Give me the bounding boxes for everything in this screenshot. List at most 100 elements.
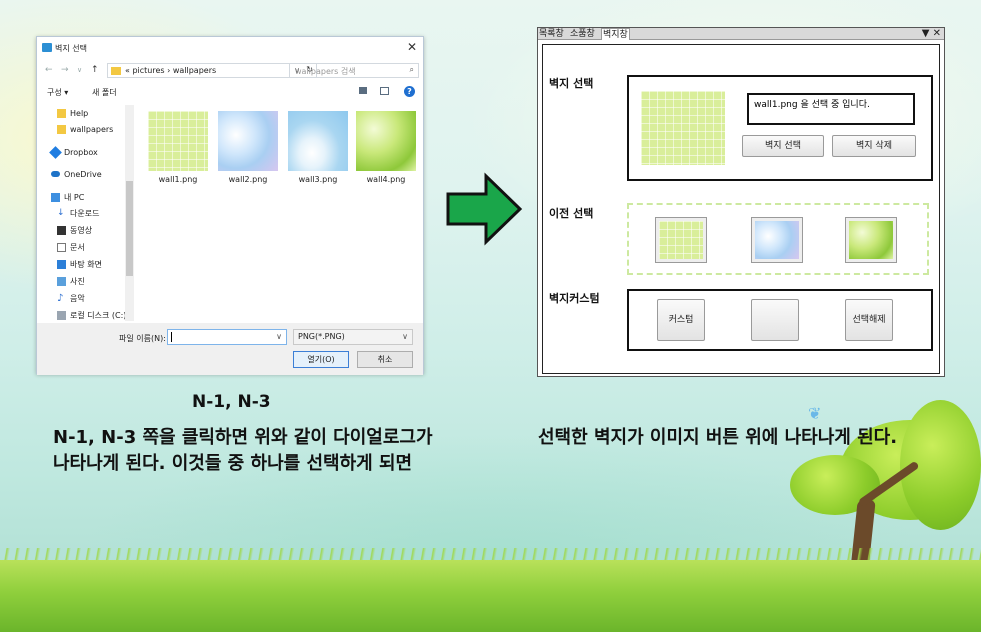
current-wallpaper-image-button[interactable] bbox=[641, 91, 725, 165]
delete-wallpaper-button[interactable]: 벽지 삭제 bbox=[832, 135, 916, 157]
sidebar-item-label: 사진 bbox=[70, 276, 85, 286]
custom-button[interactable]: 커스텀 bbox=[657, 299, 705, 341]
blank-button[interactable] bbox=[751, 299, 799, 341]
filetype-select[interactable]: PNG(*.PNG) ∨ bbox=[293, 329, 413, 345]
file-item-wall1[interactable]: wall1.png bbox=[147, 111, 209, 184]
up-arrow-icon[interactable]: ↑ bbox=[91, 65, 99, 75]
previous-wallpaper-button-2[interactable] bbox=[751, 217, 803, 263]
sidebar-item-documents[interactable]: 문서 bbox=[57, 241, 85, 253]
wallpaper-select-label: 벽지 선택 bbox=[549, 77, 594, 90]
butterfly-icon: ❦ bbox=[808, 404, 822, 423]
new-folder-button[interactable]: 새 폴더 bbox=[92, 87, 117, 98]
onedrive-icon bbox=[51, 171, 60, 177]
open-button[interactable]: 열기(O) bbox=[293, 351, 349, 368]
wallpaper-app-window: 목록창 소품창 벽지창 ▼ ✕ 벽지 선택 wall1.png 을 선택 중 입… bbox=[537, 27, 945, 377]
document-icon bbox=[57, 242, 66, 252]
sidebar-item-label: wallpapers bbox=[70, 124, 114, 134]
caption-left: N-1, N-3 쪽을 클릭하면 위와 같이 다이얼로그가 나타나게 된다. 이… bbox=[53, 427, 433, 474]
select-wallpaper-button[interactable]: 벽지 선택 bbox=[742, 135, 824, 157]
scrollbar-thumb[interactable] bbox=[126, 181, 133, 276]
search-input[interactable]: wallpapers 검색 ⌕ bbox=[289, 63, 419, 78]
tab-wallpaper[interactable]: 벽지창 bbox=[601, 28, 630, 40]
dialog-toolbar: 구성 ▾ 새 폴더 ? bbox=[37, 85, 423, 101]
sidebar-item-music[interactable]: ♪ 음악 bbox=[57, 292, 85, 304]
forward-arrow-icon[interactable]: → bbox=[61, 65, 69, 75]
view-options-icon[interactable] bbox=[359, 87, 367, 94]
tab-strip: 목록창 소품창 벽지창 ▼ ✕ bbox=[538, 28, 944, 40]
sidebar-item-pictures[interactable]: 사진 bbox=[57, 275, 85, 287]
sidebar-scrollbar[interactable] bbox=[125, 105, 134, 321]
file-name: wall4.png bbox=[366, 175, 406, 184]
previous-wallpaper-button-1[interactable] bbox=[655, 217, 707, 263]
app-icon bbox=[42, 43, 52, 52]
pictures-icon bbox=[57, 276, 66, 286]
filename-field[interactable]: ∨ bbox=[167, 329, 287, 345]
caption-right: 선택한 벽지가 이미지 버튼 위에 나타나게 된다. bbox=[538, 427, 898, 448]
text-caret bbox=[171, 332, 172, 342]
desktop-icon bbox=[57, 259, 66, 269]
navigation-pane: Help wallpapers Dropbox OneDrive 내 PC ↓ 다… bbox=[37, 105, 134, 321]
search-placeholder: wallpapers 검색 bbox=[295, 67, 356, 76]
cancel-button[interactable]: 취소 bbox=[357, 351, 413, 368]
wallpaper-thumbnail bbox=[659, 221, 703, 259]
file-thumbnail bbox=[356, 111, 416, 171]
file-item-wall4[interactable]: wall4.png bbox=[355, 111, 417, 184]
navigation-bar: ← → ∨ ↑ « pictures › wallpapers ∨ ↻ wall… bbox=[37, 61, 423, 81]
sidebar-item-videos[interactable]: 동영상 bbox=[57, 224, 92, 236]
sidebar-item-onedrive[interactable]: OneDrive bbox=[51, 168, 102, 180]
sidebar-item-wallpapers[interactable]: wallpapers bbox=[57, 123, 113, 135]
folder-icon bbox=[57, 124, 66, 134]
sidebar-item-label: OneDrive bbox=[64, 169, 102, 179]
sidebar-item-dropbox[interactable]: Dropbox bbox=[49, 145, 98, 159]
chevron-down-icon[interactable]: ∨ bbox=[276, 332, 282, 341]
deselect-button[interactable]: 선택해제 bbox=[845, 299, 893, 341]
previous-selection-box bbox=[627, 203, 929, 275]
right-arrow-icon bbox=[446, 172, 523, 246]
download-icon: ↓ bbox=[57, 207, 65, 218]
wallpaper-custom-box: 커스텀 선택해제 bbox=[627, 289, 933, 351]
sidebar-item-label: 음악 bbox=[70, 293, 85, 303]
pc-icon bbox=[51, 192, 60, 202]
previous-wallpaper-button-3[interactable] bbox=[845, 217, 897, 263]
sidebar-item-desktop[interactable]: 바탕 화면 bbox=[57, 258, 102, 270]
recent-locations-icon[interactable]: ∨ bbox=[77, 66, 82, 74]
sidebar-item-label: Dropbox bbox=[64, 147, 98, 157]
sidebar-item-label: 문서 bbox=[70, 242, 85, 252]
wallpaper-preview bbox=[641, 91, 725, 165]
tab-list[interactable]: 목록창 bbox=[538, 28, 565, 40]
dialog-titlebar: 벽지 선택 ✕ bbox=[37, 37, 423, 59]
folder-icon bbox=[57, 108, 66, 118]
sidebar-item-downloads[interactable]: ↓ 다운로드 bbox=[57, 207, 99, 219]
help-icon[interactable]: ? bbox=[404, 86, 415, 97]
sidebar-item-label: 바탕 화면 bbox=[70, 259, 102, 269]
preview-pane-icon[interactable] bbox=[380, 87, 389, 95]
tab-props[interactable]: 소품창 bbox=[569, 28, 596, 40]
address-path: « pictures › wallpapers bbox=[125, 66, 217, 75]
sidebar-item-label: 로컬 디스크 (C:) bbox=[70, 310, 127, 320]
sidebar-item-local-disk[interactable]: 로컬 디스크 (C:) bbox=[57, 309, 126, 321]
chevron-down-icon: ∨ bbox=[402, 332, 408, 341]
file-thumbnail bbox=[218, 111, 278, 171]
organize-button[interactable]: 구성 ▾ bbox=[47, 87, 68, 98]
sidebar-item-help[interactable]: Help bbox=[57, 107, 88, 119]
sidebar-item-label: 다운로드 bbox=[70, 208, 100, 218]
address-bar[interactable]: « pictures › wallpapers ∨ ↻ bbox=[107, 63, 317, 78]
folder-icon bbox=[111, 67, 121, 75]
dialog-title: 벽지 선택 bbox=[55, 44, 87, 53]
sidebar-item-this-pc[interactable]: 내 PC bbox=[51, 191, 84, 203]
close-icon[interactable]: ✕ bbox=[407, 40, 417, 54]
window-controls[interactable]: ▼ ✕ bbox=[922, 28, 941, 40]
wallpaper-select-box: wall1.png 을 선택 중 입니다. 벽지 선택 벽지 삭제 bbox=[627, 75, 933, 181]
wallpaper-panel: 벽지 선택 wall1.png 을 선택 중 입니다. 벽지 선택 벽지 삭제 … bbox=[542, 44, 940, 374]
back-arrow-icon[interactable]: ← bbox=[45, 65, 53, 75]
selection-status: wall1.png 을 선택 중 입니다. bbox=[747, 93, 915, 125]
video-icon bbox=[57, 225, 66, 235]
file-thumbnail bbox=[288, 111, 348, 171]
file-open-dialog: 벽지 선택 ✕ ← → ∨ ↑ « pictures › wallpapers … bbox=[36, 36, 424, 375]
file-thumbnail bbox=[148, 111, 208, 171]
file-item-wall3[interactable]: wall3.png bbox=[287, 111, 349, 184]
sidebar-item-label: 내 PC bbox=[64, 192, 85, 202]
sidebar-item-label: 동영상 bbox=[70, 225, 93, 235]
wallpaper-custom-label: 벽지커스텀 bbox=[549, 292, 600, 305]
file-item-wall2[interactable]: wall2.png bbox=[217, 111, 279, 184]
